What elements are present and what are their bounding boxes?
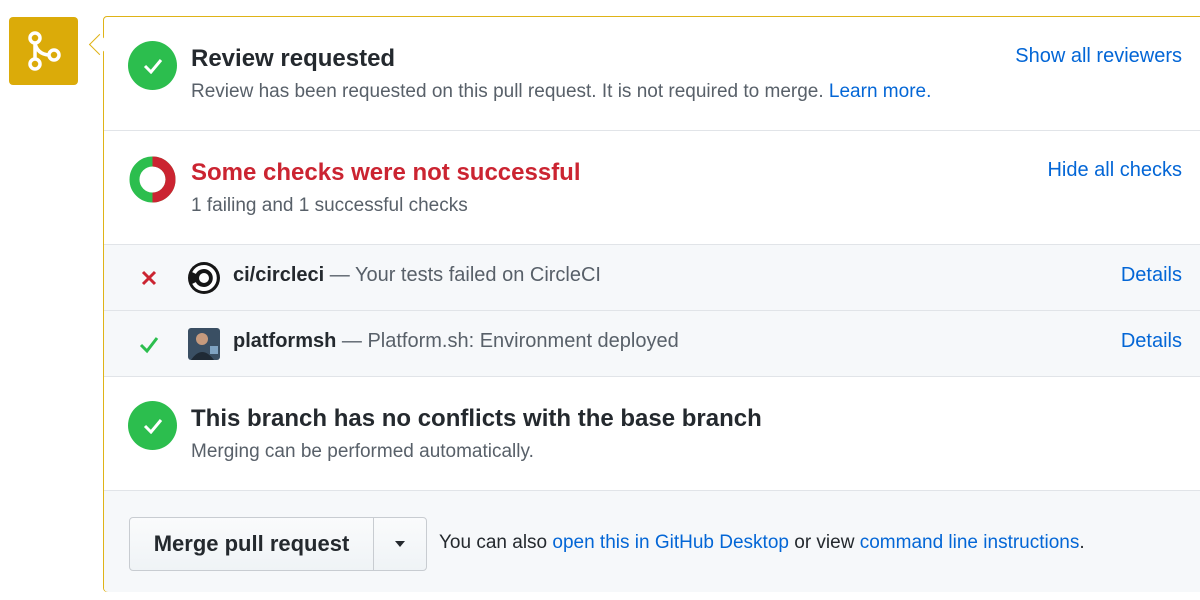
mixed-status-ring-icon [129, 156, 176, 203]
check-row-circleci: ci/circleci — Your tests failed on Circl… [104, 245, 1200, 311]
checks-summary: 1 failing and 1 successful checks [191, 195, 468, 216]
merge-pull-request-button[interactable]: Merge pull request [130, 518, 374, 570]
check-name: ci/circleci [233, 264, 325, 286]
review-title: Review requested [191, 45, 396, 72]
check-circle-icon [128, 401, 177, 450]
x-icon [141, 270, 157, 286]
merge-status-box: Review requested Review has been request… [103, 16, 1200, 592]
git-merge-icon [9, 17, 78, 85]
check-icon [139, 337, 159, 354]
details-link[interactable]: Details [1121, 264, 1182, 287]
merge-section: Merge pull request You can also open thi… [104, 491, 1200, 592]
hide-all-checks-link[interactable]: Hide all checks [1047, 159, 1182, 182]
merge-alternatives-note: You can also open this in GitHub Desktop… [439, 532, 1085, 553]
review-section: Review requested Review has been request… [104, 17, 1200, 131]
platformsh-avatar [188, 328, 220, 360]
merge-button-group: Merge pull request [129, 517, 427, 571]
check-circle-icon [128, 41, 177, 90]
conflicts-section: This branch has no conflicts with the ba… [104, 377, 1200, 491]
check-name: platformsh [233, 330, 337, 352]
command-line-instructions-link[interactable]: command line instructions [860, 532, 1080, 553]
open-in-desktop-link[interactable]: open this in GitHub Desktop [552, 532, 789, 553]
conflicts-title: This branch has no conflicts with the ba… [191, 405, 762, 432]
review-description: Review has been requested on this pull r… [191, 81, 932, 102]
learn-more-link[interactable]: Learn more. [829, 81, 931, 102]
circleci-logo-icon [188, 262, 220, 294]
caret-down-icon [395, 541, 405, 547]
checks-title: Some checks were not successful [191, 159, 581, 186]
show-all-reviewers-link[interactable]: Show all reviewers [1015, 45, 1182, 68]
check-row-platformsh: platformsh — Platform.sh: Environment de… [104, 311, 1200, 377]
checks-section: Some checks were not successful 1 failin… [104, 131, 1200, 245]
merge-options-dropdown[interactable] [374, 518, 426, 570]
conflicts-description: Merging can be performed automatically. [191, 441, 534, 462]
details-link[interactable]: Details [1121, 330, 1182, 353]
check-description: ci/circleci — Your tests failed on Circl… [233, 264, 601, 286]
check-description: platformsh — Platform.sh: Environment de… [233, 330, 679, 352]
